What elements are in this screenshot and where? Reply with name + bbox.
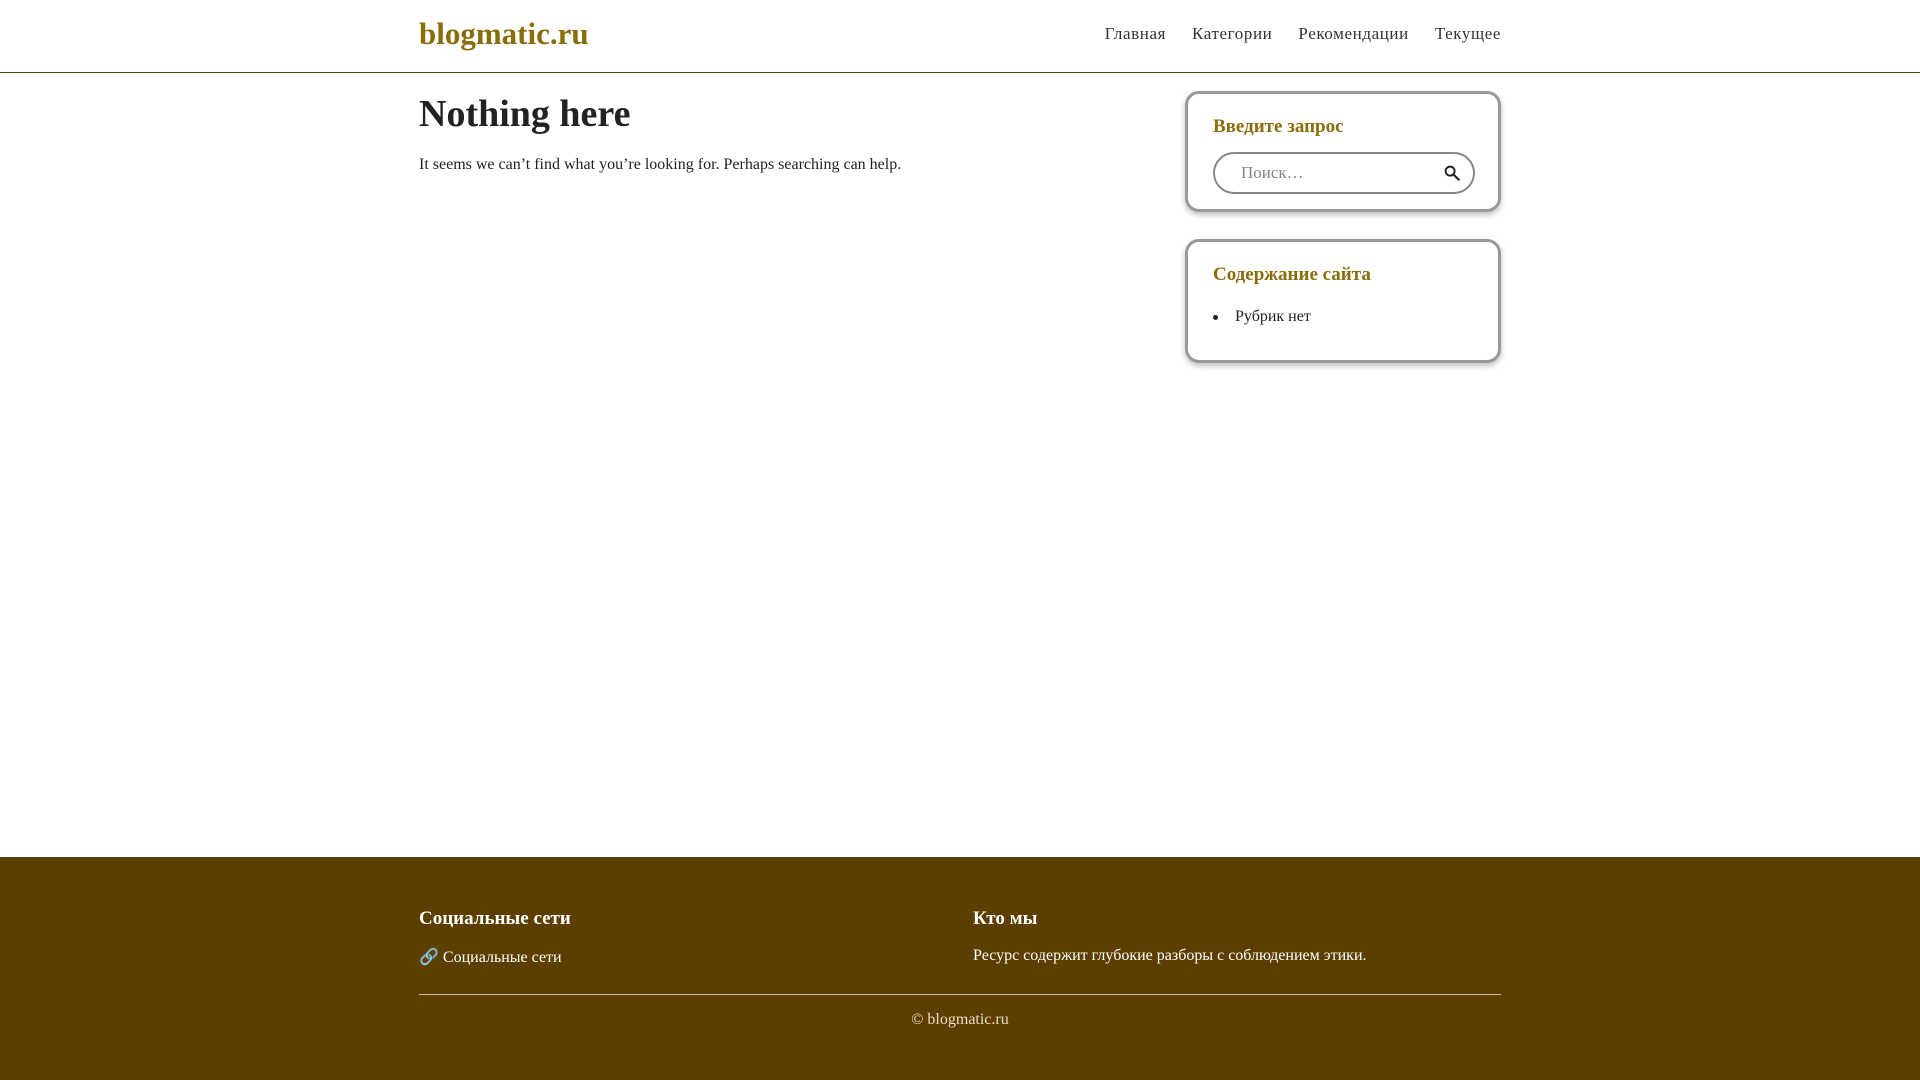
footer-about-column: Кто мы Ресурс содержит глубокие разборы … (973, 908, 1367, 965)
main-nav: Главная Категории Рекомендации Текущее (1105, 24, 1501, 44)
page-title: Nothing here (419, 93, 631, 135)
search-widget-title: Введите запрос (1213, 116, 1344, 137)
categories-widget-title: Содержание сайта (1213, 264, 1371, 285)
copyright: © blogmatic.ru (911, 1011, 1009, 1028)
footer-about-text: Ресурс содержит глубокие разборы с соблю… (973, 947, 1367, 964)
site-title-link[interactable]: blogmatic.ru (419, 16, 589, 52)
category-label: Рубрик нет (1235, 308, 1311, 325)
footer-social-heading: Социальные сети (419, 908, 571, 929)
site-header: blogmatic.ru Главная Категории Рекоменда… (0, 0, 1920, 73)
categories-list: Рубрик нет (1213, 308, 1473, 326)
search-icon[interactable] (1443, 164, 1461, 182)
footer-divider (419, 994, 1501, 995)
categories-widget: Содержание сайта Рубрик нет (1185, 239, 1501, 363)
site-footer: Социальные сети 🔗 Социальные сети Кто мы… (0, 857, 1920, 1080)
search-widget: Введите запрос (1185, 91, 1501, 212)
social-link[interactable]: Социальные сети (443, 949, 562, 966)
nav-item-current[interactable]: Текущее (1435, 24, 1501, 44)
footer-social-row: 🔗 Социальные сети (419, 947, 571, 967)
footer-social-column: Социальные сети 🔗 Социальные сети (419, 908, 571, 967)
footer-about-heading: Кто мы (973, 908, 1038, 929)
nav-item-home[interactable]: Главная (1105, 24, 1166, 44)
search-box (1213, 152, 1475, 194)
bullet-icon (1213, 315, 1218, 320)
search-input[interactable] (1215, 154, 1435, 192)
list-item: Рубрик нет (1213, 308, 1473, 326)
link-icon: 🔗 (419, 949, 439, 966)
nav-item-recommendations[interactable]: Рекомендации (1298, 24, 1408, 44)
nav-item-categories[interactable]: Категории (1192, 24, 1272, 44)
not-found-message: It seems we can’t find what you’re looki… (419, 156, 902, 173)
